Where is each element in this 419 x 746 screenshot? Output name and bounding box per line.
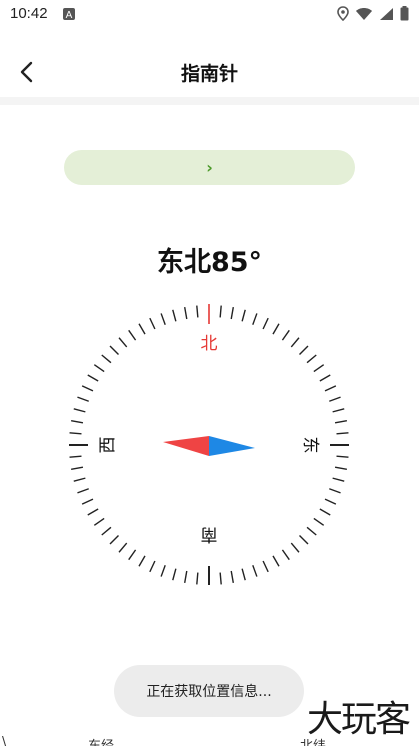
- compass-tick: [71, 419, 84, 424]
- compass-tick: [196, 572, 199, 585]
- info-banner[interactable]: ›: [64, 150, 355, 185]
- compass-tick: [196, 305, 199, 318]
- compass-tick: [160, 313, 166, 325]
- signal-icon: [380, 7, 393, 20]
- app-notification-icon: A: [63, 8, 75, 20]
- compass-tick: [183, 570, 188, 583]
- compass-tick: [313, 517, 325, 526]
- latitude-label: 北纬: [300, 735, 326, 746]
- compass-tick: [306, 354, 317, 364]
- compass-tick: [262, 317, 269, 330]
- compass-tick: [69, 455, 82, 458]
- compass-tick: [252, 565, 258, 577]
- needle-blue-half: [209, 436, 255, 456]
- compass-label-north: 北: [201, 334, 218, 354]
- compass-tick: [241, 568, 246, 581]
- compass-tick: [81, 498, 94, 505]
- compass-tick: [73, 408, 86, 413]
- compass-label-west: 西: [98, 437, 118, 454]
- compass-tick: [290, 337, 300, 348]
- compass-dial: 北 南 东 西: [69, 304, 349, 585]
- compass-tick: [336, 432, 349, 435]
- compass-needle: [163, 436, 255, 456]
- compass-tick: [332, 408, 345, 413]
- compass-tick: [149, 560, 156, 573]
- compass-tick: [219, 572, 222, 585]
- compass-tick: [306, 526, 317, 536]
- compass-tick: [172, 568, 177, 581]
- compass-tick: [77, 396, 89, 402]
- compass-tick: [252, 313, 258, 325]
- compass-tick: [87, 374, 99, 382]
- compass-tick: [290, 542, 300, 553]
- compass-tick: [334, 419, 347, 424]
- compass-tick: [118, 337, 128, 348]
- compass-tick: [77, 488, 89, 494]
- compass-tick: [69, 432, 82, 435]
- compass-tick: [272, 555, 280, 567]
- compass-tick: [101, 526, 112, 536]
- compass-tick: [128, 549, 137, 561]
- location-icon: [337, 6, 349, 21]
- compass-tick: [332, 477, 345, 482]
- compass-label-east: 东: [300, 437, 320, 454]
- compass-tick: [336, 455, 349, 458]
- compass-tick: [81, 385, 94, 392]
- status-right-icons: [337, 6, 409, 21]
- left-mark: \: [2, 735, 7, 746]
- compass-tick: [281, 549, 290, 561]
- compass-tick: [93, 517, 105, 526]
- compass-tick: [329, 488, 341, 494]
- page-title: 指南针: [180, 62, 238, 85]
- chevron-left-icon: [20, 61, 33, 83]
- compass-tick: [299, 535, 309, 545]
- compass-tick: [73, 477, 86, 482]
- compass-tick: [281, 329, 290, 341]
- toast-message: 正在获取位置信息...: [114, 665, 304, 717]
- compass-tick: [172, 309, 177, 322]
- coordinates-row: \ 东经 北纬: [0, 733, 419, 746]
- compass-tick: [272, 323, 280, 335]
- compass-tick: [334, 466, 347, 471]
- compass-tick: [183, 307, 188, 320]
- compass-tick: [230, 307, 235, 320]
- compass-tick: [299, 345, 309, 355]
- compass-tick: [160, 565, 166, 577]
- compass-tick: [138, 323, 146, 335]
- compass-tick: [319, 508, 331, 516]
- compass-tick: [230, 570, 235, 583]
- compass-tick: [324, 385, 337, 392]
- compass-tick: [93, 364, 105, 373]
- compass-label-south: 南: [201, 524, 218, 544]
- compass-tick: [71, 466, 84, 471]
- compass-tick: [329, 396, 341, 402]
- chevron-right-icon: ›: [206, 158, 213, 177]
- status-time: 10:42: [10, 5, 48, 22]
- compass-tick: [138, 555, 146, 567]
- header-divider: [0, 97, 419, 105]
- compass-tick: [262, 560, 269, 573]
- app-bar: 指南针: [0, 44, 419, 100]
- compass-tick: [313, 364, 325, 373]
- compass-tick: [109, 345, 119, 355]
- compass-tick: [319, 374, 331, 382]
- compass-tick: [241, 309, 246, 322]
- compass-tick: [87, 508, 99, 516]
- compass-tick: [149, 317, 156, 330]
- compass-tick: [101, 354, 112, 364]
- compass-tick: [118, 542, 128, 553]
- compass-tick: [109, 535, 119, 545]
- needle-red-half: [163, 436, 209, 456]
- compass-tick: [219, 305, 222, 318]
- svg-text:A: A: [66, 10, 73, 20]
- compass-tick: [324, 498, 337, 505]
- back-button[interactable]: [12, 58, 40, 86]
- longitude-label: 东经: [88, 735, 114, 746]
- battery-icon: [400, 6, 409, 21]
- compass-tick: [128, 329, 137, 341]
- heading-readout: 东北85°: [156, 247, 263, 278]
- status-bar: 10:42 A: [0, 0, 419, 30]
- wifi-icon: [356, 7, 372, 20]
